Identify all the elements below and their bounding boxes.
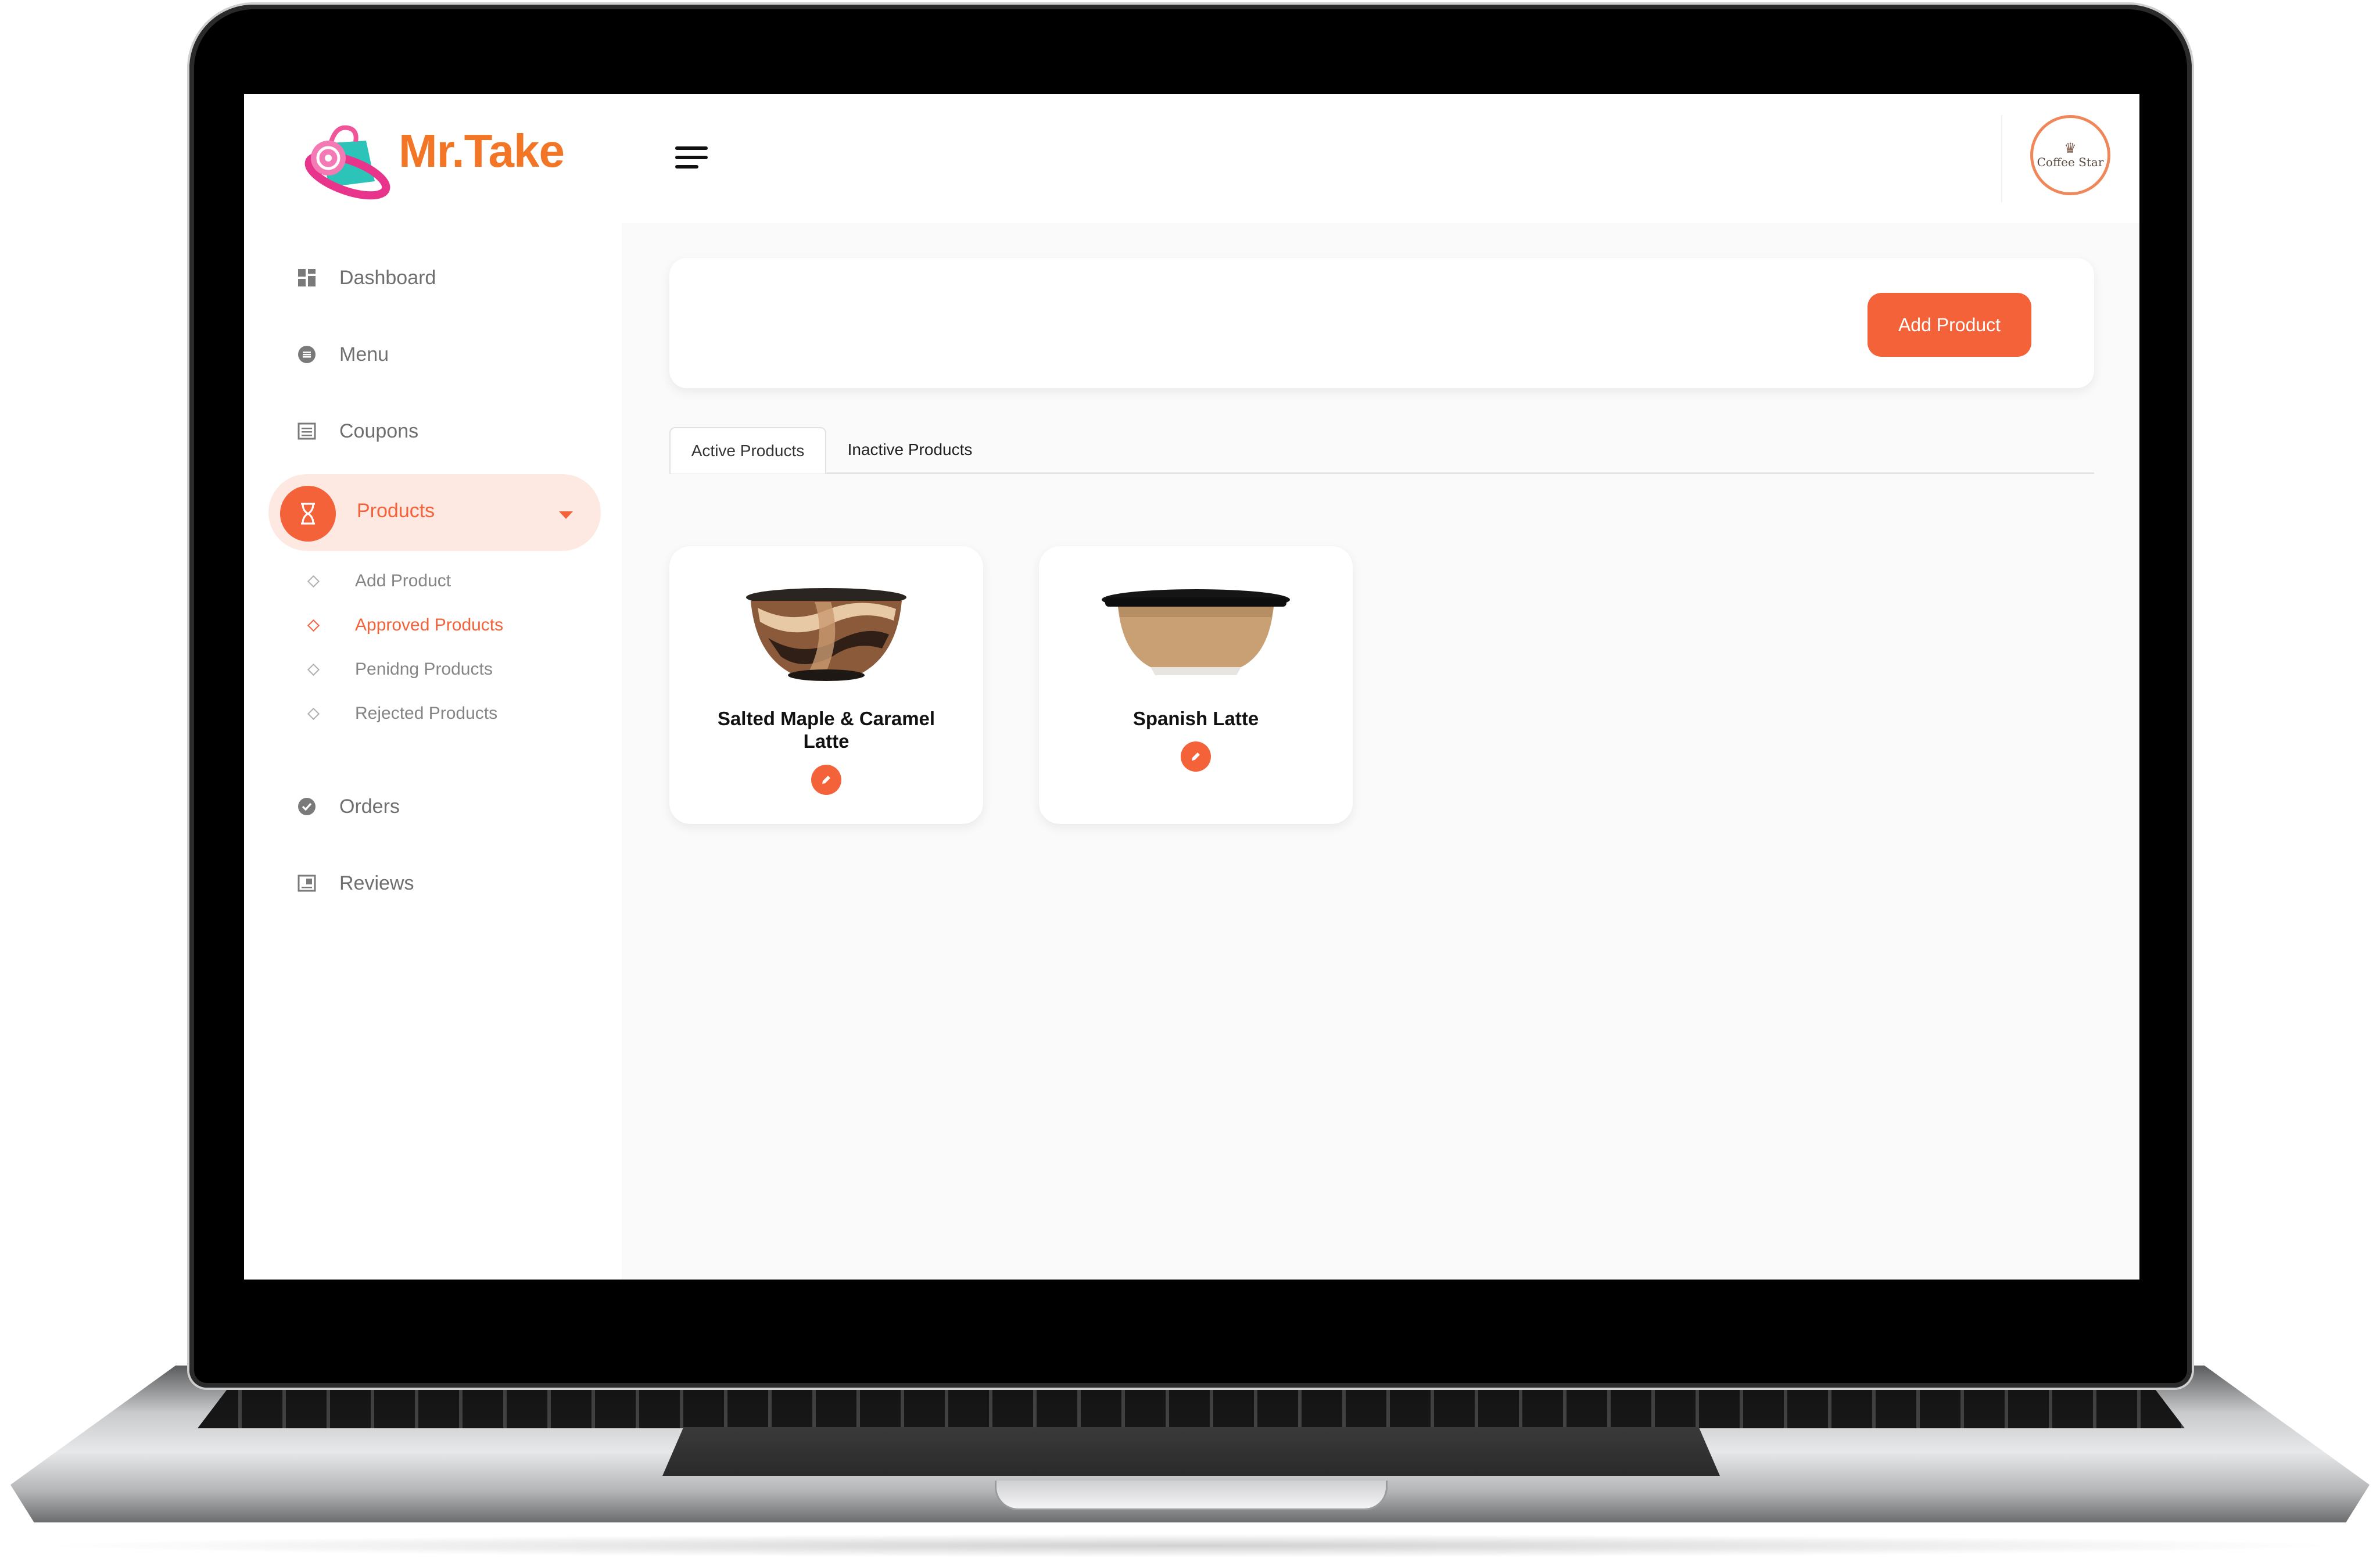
product-card[interactable]: Salted Maple & Caramel Latte: [669, 546, 983, 824]
patterned-cup-icon: [746, 588, 906, 681]
edit-icon[interactable]: [811, 765, 841, 795]
avatar-label: Coffee Star: [2037, 155, 2104, 169]
top-bar: ♛ Coffee Star: [622, 94, 2139, 223]
submenu-item-rejected-products[interactable]: Rejected Products: [307, 696, 498, 731]
kraft-cup-icon: [1102, 589, 1290, 675]
tab-inactive-products[interactable]: Inactive Products: [824, 427, 996, 472]
submenu-item-add-product[interactable]: Add Product: [307, 564, 451, 599]
add-product-button[interactable]: Add Product: [1868, 293, 2031, 357]
app-screen: Mr.Take Dashboard Menu Coupons Products: [244, 94, 2139, 1280]
tab-active-products[interactable]: Active Products: [669, 427, 826, 474]
sidebar-item-products[interactable]: Products: [268, 474, 601, 551]
diamond-bullet-icon: [307, 575, 320, 587]
avatar[interactable]: ♛ Coffee Star: [2030, 115, 2110, 195]
product-name: Salted Maple & Caramel Latte: [717, 708, 935, 752]
laptop-trackpad: [662, 1427, 1720, 1476]
hourglass-icon: [280, 486, 336, 542]
sidebar-item-label: Reviews: [339, 872, 414, 894]
sidebar-item-menu[interactable]: Menu: [296, 331, 389, 378]
diamond-bullet-icon: [307, 663, 320, 676]
submenu-item-pending-products[interactable]: Penidng Products: [307, 652, 493, 687]
product-name: Spanish Latte: [1132, 708, 1259, 729]
diamond-bullet-icon: [307, 707, 320, 720]
sidebar-item-label: Products: [357, 500, 435, 522]
sidebar-item-reviews[interactable]: Reviews: [296, 860, 414, 906]
diamond-bullet-icon: [307, 619, 320, 632]
sidebar-item-coupons[interactable]: Coupons: [296, 408, 418, 454]
submenu-item-approved-products[interactable]: Approved Products: [307, 608, 504, 643]
sidebar-item-label: Orders: [339, 795, 400, 818]
sidebar-item-label: Dashboard: [339, 266, 436, 289]
sidebar-item-dashboard[interactable]: Dashboard: [296, 255, 436, 301]
sidebar: Mr.Take Dashboard Menu Coupons Products: [244, 94, 622, 1280]
coupon-icon: [296, 421, 317, 442]
dashboard-icon: [296, 267, 317, 288]
submenu-item-label: Approved Products: [355, 615, 504, 635]
submenu-item-label: Add Product: [355, 571, 451, 590]
laptop-notch: [995, 1481, 1388, 1510]
sidebar-item-label: Coupons: [339, 420, 419, 442]
action-card: Add Product: [669, 258, 2094, 388]
menu-circle-icon: [296, 344, 317, 365]
submenu-item-label: Penidng Products: [355, 660, 493, 679]
product-tabs: Active Products Inactive Products: [669, 427, 2094, 474]
laptop-shadow: [35, 1534, 2347, 1557]
edit-icon[interactable]: [1181, 741, 1211, 772]
sidebar-item-orders[interactable]: Orders: [296, 783, 400, 830]
review-icon: [296, 873, 317, 894]
brand-logo-icon: [304, 125, 390, 200]
sidebar-item-label: Menu: [339, 343, 389, 365]
check-circle-icon: [296, 796, 317, 817]
submenu-item-label: Rejected Products: [355, 704, 498, 723]
hamburger-menu-icon[interactable]: [675, 146, 708, 172]
chevron-down-icon: [559, 511, 573, 519]
crown-icon: ♛: [2064, 141, 2077, 156]
brand-name: Mr.Take: [399, 125, 565, 177]
product-card[interactable]: Spanish Latte: [1039, 546, 1353, 824]
topbar-divider: [2001, 115, 2002, 202]
